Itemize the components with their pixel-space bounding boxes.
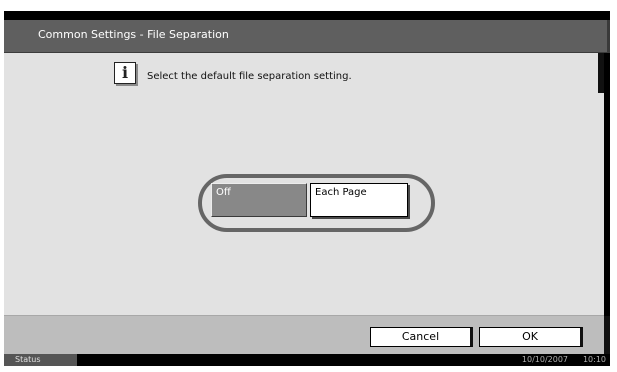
each-page-option-button[interactable]: Each Page [310, 183, 408, 217]
footer-edge [604, 316, 610, 354]
panel-edge [598, 53, 604, 93]
status-time: 10:10 [582, 355, 606, 364]
off-option-button[interactable]: Off [211, 183, 307, 217]
page-title: Common Settings - File Separation [38, 28, 229, 41]
ok-button[interactable]: OK [479, 327, 583, 347]
cancel-button[interactable]: Cancel [370, 327, 473, 347]
info-icon: i [114, 62, 136, 84]
instruction-message: Select the default file separation setti… [147, 71, 352, 82]
status-button[interactable]: Status [4, 354, 77, 366]
title-bar: Common Settings - File Separation [4, 20, 610, 53]
title-bar-edge [607, 20, 610, 52]
footer-bar: Cancel OK [4, 315, 610, 354]
status-bar: Status 10/10/2007 10:10 [4, 354, 610, 366]
device-screen: Common Settings - File Separation i Sele… [4, 11, 610, 366]
status-date: 10/10/2007 [521, 355, 568, 364]
settings-panel: i Select the default file separation set… [4, 53, 604, 315]
